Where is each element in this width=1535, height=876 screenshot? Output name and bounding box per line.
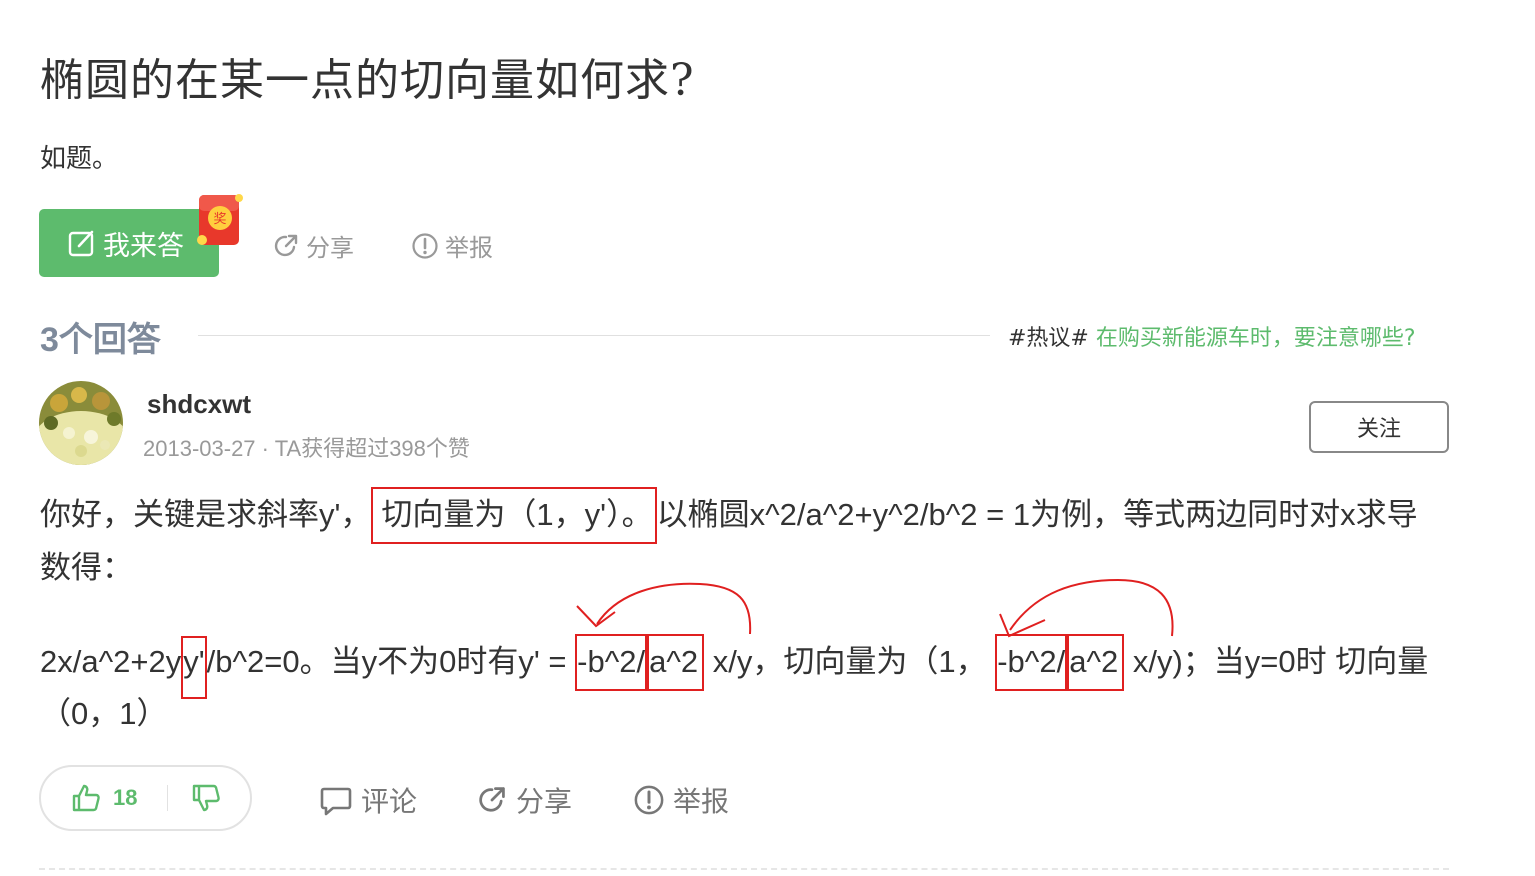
answer-button[interactable]: 我来答 (39, 209, 219, 277)
thumbs-down-icon (192, 784, 220, 812)
avatar[interactable] (39, 381, 123, 465)
answer-text: x/y，切向量为（1， (704, 644, 996, 679)
answer-likes-text: TA获得超过398个赞 (274, 436, 470, 461)
answer-line-1: 你好，关键是求斜率y'， 切向量为（1，y'）。 以椭圆x^2/a^2+y^2/b^… (40, 487, 1418, 544)
answer-meta: 2013-03-27 · TA获得超过398个赞 (143, 431, 470, 463)
report-icon (634, 785, 664, 815)
annotation-arrow-2 (1009, 578, 1174, 637)
answer-line-3: 2x/a^2+2yy'/b^2=0。当y不为0时有y' = -b^2/a^2 x… (40, 634, 1429, 699)
answer-date: 2013-03-27 (143, 436, 256, 461)
answer-report-button[interactable]: 举报 (633, 780, 729, 820)
answer-separator (39, 868, 1449, 870)
answer-text: 以椭圆x^2/a^2+y^2/b^2 = 1为例，等式两边同时对x求导 (656, 497, 1418, 532)
answer-button-label: 我来答 (103, 230, 184, 261)
vote-separator (167, 785, 168, 811)
thumbs-up-icon (72, 784, 100, 812)
like-count: 18 (113, 785, 138, 810)
answer-text: /b^2=0。当y不为0时有y' = (206, 644, 576, 679)
report-icon (412, 232, 438, 259)
share-icon (274, 234, 298, 256)
answer-text: 你好，关键是求斜率y'， (40, 497, 372, 532)
answer-report-label: 举报 (673, 786, 730, 817)
annotation-arrowhead-2 (999, 613, 1046, 638)
vote-box: 18 (39, 765, 252, 831)
follow-button[interactable]: 关注 (1309, 401, 1449, 453)
dislike-button[interactable] (191, 783, 221, 818)
question-report-label: 举报 (445, 235, 493, 262)
hot-topic: #热议# 在购买新能源车时，要注意哪些? (1008, 320, 1416, 352)
highlighted-text: a^2 (647, 634, 705, 691)
like-button[interactable]: 18 (71, 783, 137, 813)
edit-icon (68, 230, 94, 257)
red-packet-icon[interactable]: 奖 (197, 192, 243, 248)
share-icon (479, 787, 505, 812)
question-report-button[interactable]: 举报 (411, 228, 493, 263)
answer-text: 2x/a^2+2y (40, 644, 182, 679)
annotation-arrowhead-1 (576, 605, 616, 628)
highlighted-text: a^2 (1067, 634, 1125, 691)
answer-text: x/y)；当y=0时 切向量 (1124, 644, 1429, 679)
highlighted-text: y' (181, 636, 207, 699)
comment-label: 评论 (361, 786, 418, 817)
answer-count: 3个回答 (40, 321, 161, 359)
comment-icon (320, 787, 352, 816)
question-title: 椭圆的在某一点的切向量如何求? (40, 55, 695, 106)
answer-share-button[interactable]: 分享 (476, 780, 572, 820)
header-divider (198, 335, 990, 336)
annotation-arrow-1 (596, 582, 752, 635)
highlighted-text: -b^2/ (995, 634, 1068, 691)
question-share-button[interactable]: 分享 (272, 228, 354, 263)
red-packet-char: 奖 (213, 212, 226, 227)
hot-topic-link[interactable]: 在购买新能源车时，要注意哪些? (1096, 326, 1416, 351)
hot-topic-tag: #热议# (1008, 326, 1089, 351)
answer-line-4: （0，1） (40, 696, 168, 731)
question-description: 如题。 (40, 143, 119, 173)
comment-button[interactable]: 评论 (319, 780, 417, 820)
question-share-label: 分享 (306, 235, 354, 262)
answer-line-2: 数得： (40, 550, 133, 585)
highlighted-text: -b^2/ (575, 634, 648, 691)
meta-separator: · (261, 436, 269, 461)
highlighted-text: 切向量为（1，y'）。 (371, 487, 657, 544)
answer-username[interactable]: shdcxwt (147, 389, 251, 420)
answer-share-label: 分享 (516, 786, 573, 817)
